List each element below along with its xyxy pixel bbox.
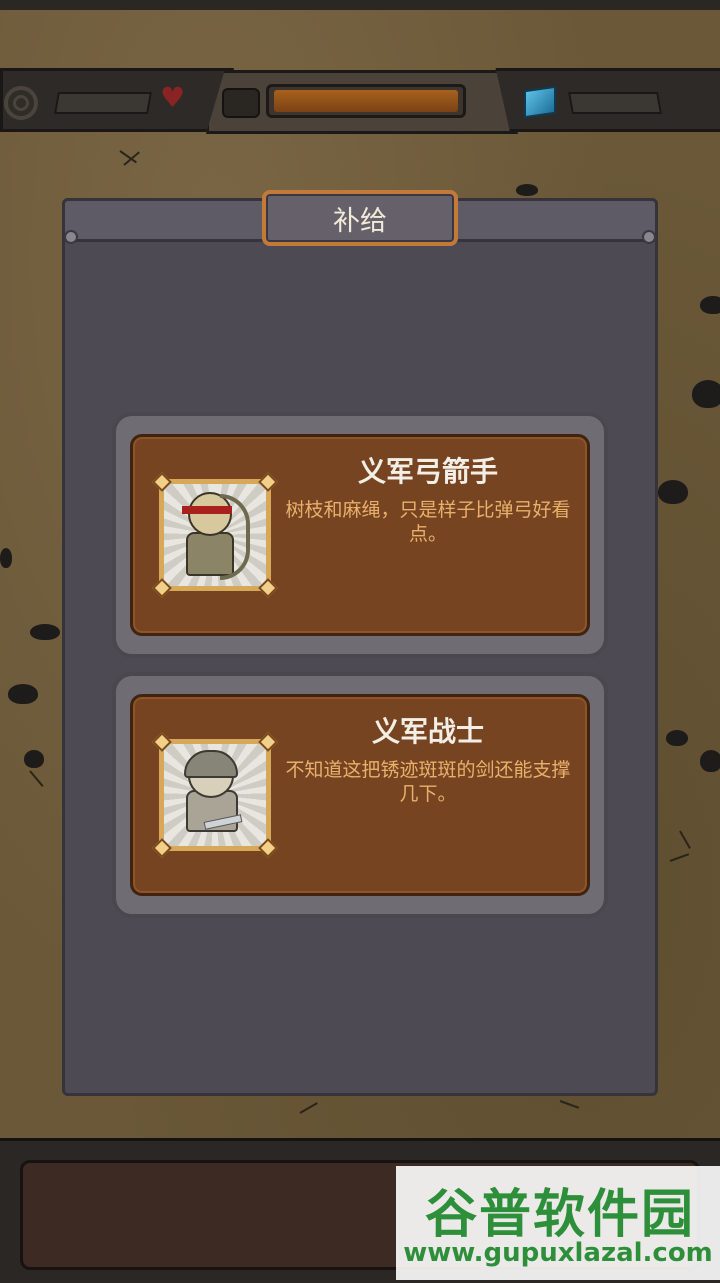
rock — [0, 548, 12, 568]
panel-title: 补给 — [262, 190, 458, 246]
unit-name: 义军弓箭手 — [357, 455, 498, 488]
rock — [30, 624, 60, 640]
watermark-url: www.gupuxlazal.com — [403, 1238, 713, 1268]
resource-socket — [222, 88, 260, 118]
rock — [24, 750, 44, 768]
warrior-portrait — [152, 732, 278, 858]
gem-icon — [524, 85, 556, 119]
unit-description: 树枝和麻绳，只是样子比弹弓好看点。 — [285, 499, 571, 545]
health-bar — [54, 92, 152, 114]
archer-portrait — [152, 472, 278, 598]
rivet — [642, 230, 656, 244]
rivet — [64, 230, 78, 244]
heart-icon: ♥ — [160, 81, 186, 114]
gem-bar — [568, 92, 662, 114]
gear-icon[interactable] — [4, 86, 38, 120]
gold-progress-fill — [274, 90, 458, 112]
rock — [8, 684, 38, 704]
unit-name: 义军战士 — [371, 715, 484, 748]
rock — [700, 296, 720, 314]
status-strip — [0, 0, 720, 10]
rock — [692, 380, 720, 408]
helmet-icon — [184, 750, 238, 778]
rock — [666, 730, 688, 746]
unit-description: 不知道这把锈迹斑斑的剑还能支撑几下。 — [285, 759, 571, 805]
bow-icon — [220, 494, 250, 580]
rock — [658, 480, 688, 504]
rock — [516, 184, 538, 196]
watermark-title: 谷普软件园 — [424, 1185, 695, 1245]
rock — [700, 750, 720, 772]
